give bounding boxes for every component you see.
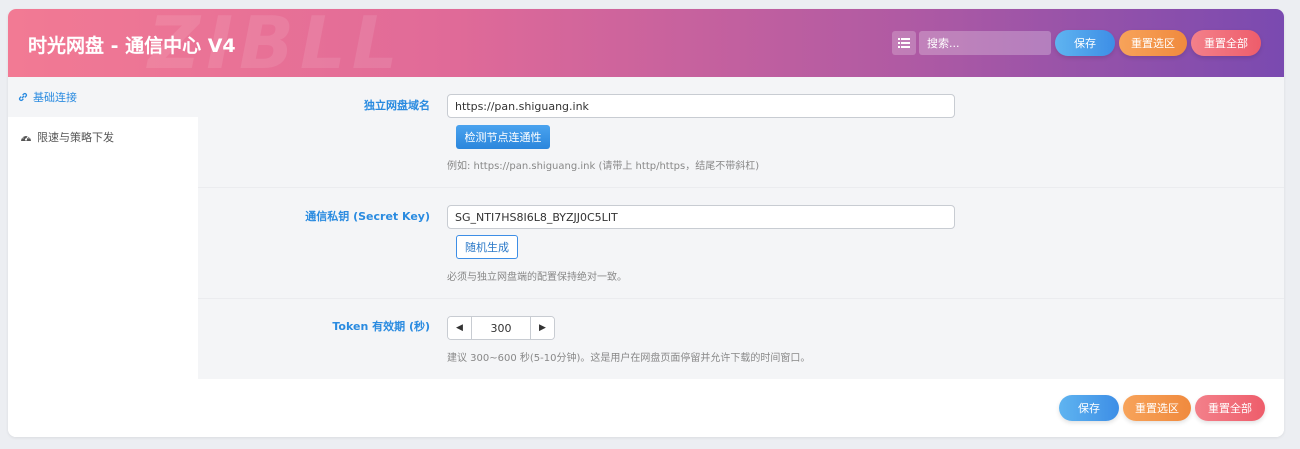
- increment-arrow-icon[interactable]: ▶: [530, 317, 554, 339]
- token-ttl-stepper: ◀ ▶: [447, 316, 555, 340]
- settings-content: 独立网盘域名 检测节点连通性 例如: https://pan.shiguang.…: [198, 77, 1284, 379]
- sidebar: 基础连接 限速与策略下发: [8, 77, 198, 379]
- domain-input[interactable]: [447, 94, 955, 118]
- list-icon: [898, 38, 910, 48]
- token-ttl-hint: 建议 300~600 秒(5-10分钟)。这是用户在网盘页面停留并允许下载的时间…: [447, 353, 811, 364]
- sidebar-item-label: 限速与策略下发: [37, 131, 114, 144]
- domain-label: 独立网盘域名: [364, 99, 430, 112]
- header-bar: ZIBLL 时光网盘 - 通信中心 V4 保存 重置选区 重置全部: [8, 9, 1284, 85]
- domain-hint: 例如: https://pan.shiguang.ink (请带上 http/h…: [447, 161, 760, 172]
- test-connectivity-button[interactable]: 检测节点连通性: [456, 125, 550, 149]
- link-icon: [18, 92, 28, 102]
- header-save-button[interactable]: 保存: [1055, 30, 1115, 56]
- footer-bar: 保存 重置选区 重置全部: [8, 379, 1284, 437]
- sidebar-item-basic-connection[interactable]: 基础连接: [8, 77, 198, 117]
- settings-panel: ZIBLL 时光网盘 - 通信中心 V4 保存 重置选区 重置全部: [8, 9, 1284, 437]
- secret-key-input[interactable]: [447, 205, 955, 229]
- footer-save-button[interactable]: 保存: [1059, 395, 1119, 421]
- secret-key-hint: 必须与独立网盘端的配置保持绝对一致。: [447, 272, 627, 283]
- secret-key-label: 通信私钥 (Secret Key): [305, 210, 430, 223]
- menu-list-icon[interactable]: [892, 31, 916, 55]
- footer-reset-all-button[interactable]: 重置全部: [1195, 395, 1265, 421]
- header-reset-all-button[interactable]: 重置全部: [1191, 30, 1261, 56]
- header-reset-section-button[interactable]: 重置选区: [1119, 30, 1187, 56]
- token-ttl-setting-row: Token 有效期 (秒) ◀ ▶ 建议 300~600 秒(5-10分钟)。这…: [198, 299, 1284, 379]
- token-ttl-label: Token 有效期 (秒): [332, 320, 430, 333]
- footer-reset-section-button[interactable]: 重置选区: [1123, 395, 1191, 421]
- secret-key-setting-row: 通信私钥 (Secret Key) 随机生成 必须与独立网盘端的配置保持绝对一致…: [198, 188, 1284, 299]
- dashboard-icon: [20, 132, 32, 142]
- sidebar-item-rate-limit[interactable]: 限速与策略下发: [8, 117, 198, 157]
- sidebar-item-label: 基础连接: [33, 91, 77, 104]
- search-input[interactable]: [919, 31, 1051, 55]
- token-ttl-input[interactable]: [472, 317, 530, 339]
- random-generate-button[interactable]: 随机生成: [456, 235, 518, 259]
- decrement-arrow-icon[interactable]: ◀: [448, 317, 472, 339]
- domain-setting-row: 独立网盘域名 检测节点连通性 例如: https://pan.shiguang.…: [198, 77, 1284, 188]
- page-title: 时光网盘 - 通信中心 V4: [28, 35, 236, 57]
